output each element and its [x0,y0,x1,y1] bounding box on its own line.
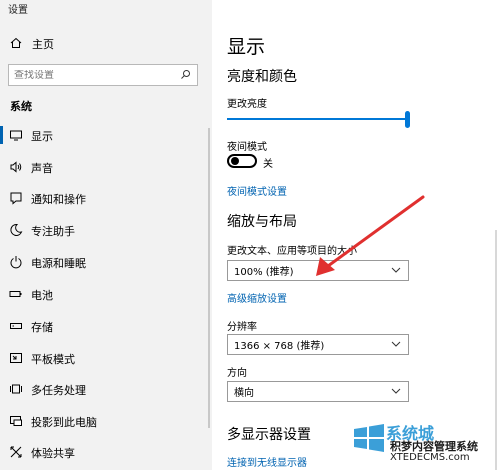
windows-logo-icon [354,424,384,452]
annotation-arrow [316,195,425,276]
watermark-line2: XTEDECMS.com [390,452,470,463]
